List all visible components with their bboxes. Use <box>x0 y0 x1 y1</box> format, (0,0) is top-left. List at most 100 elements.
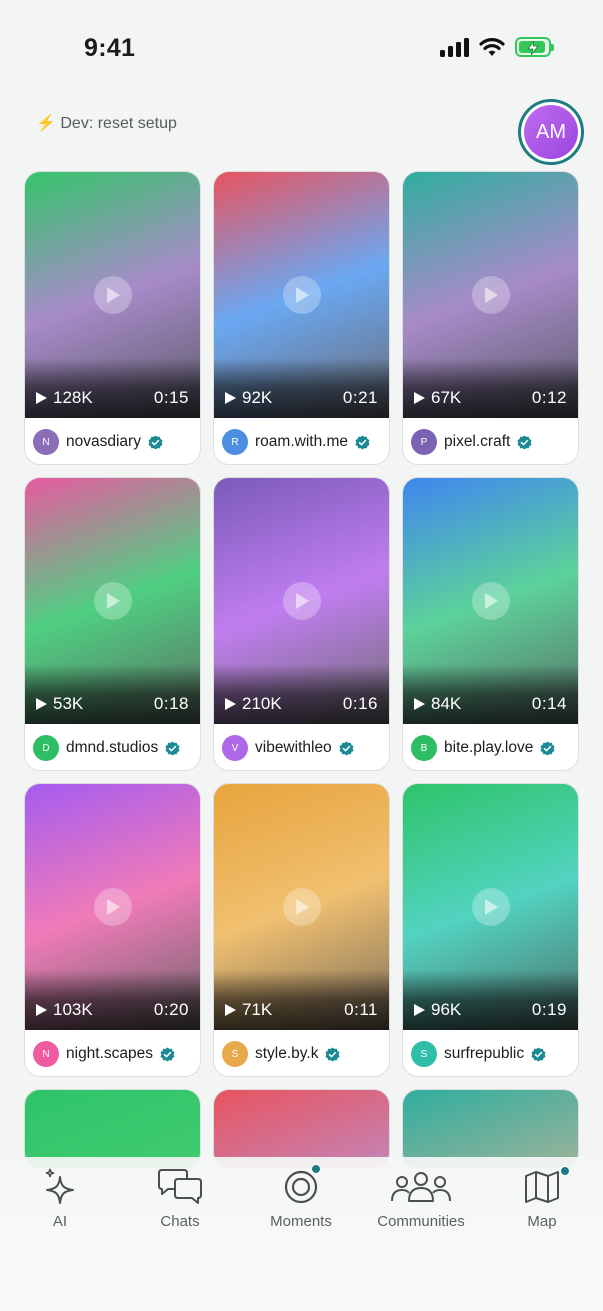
video-card[interactable]: 128K 0:15 Nnovasdiary <box>24 171 201 465</box>
creator-row[interactable]: Ppixel.craft <box>403 418 578 464</box>
creator-avatar[interactable]: R <box>222 429 248 455</box>
notification-dot <box>560 1166 570 1176</box>
view-count: 103K <box>36 1000 93 1020</box>
creator-avatar[interactable]: P <box>411 429 437 455</box>
view-count-text: 53K <box>53 694 84 713</box>
creator-row[interactable]: Nnight.scapes <box>25 1030 200 1076</box>
view-count: 84K <box>414 694 461 714</box>
view-count: 210K <box>225 694 282 714</box>
creator-username[interactable]: night.scapes <box>66 1045 153 1063</box>
video-card[interactable]: 96K 0:19 Ssurfrepublic <box>402 783 579 1077</box>
profile-avatar-button[interactable]: AM <box>518 99 584 165</box>
creator-row[interactable]: Rroam.with.me <box>214 418 389 464</box>
video-thumbnail[interactable]: 53K 0:18 <box>25 478 200 724</box>
video-card[interactable]: 210K 0:16 Vvibewithleo <box>213 477 390 771</box>
play-small-icon <box>225 698 236 710</box>
wifi-icon <box>479 38 505 56</box>
play-icon[interactable] <box>94 276 132 314</box>
creator-username[interactable]: dmnd.studios <box>66 739 158 757</box>
play-icon[interactable] <box>283 276 321 314</box>
creator-avatar[interactable]: S <box>222 1041 248 1067</box>
view-count-text: 92K <box>242 388 273 407</box>
cellular-signal-icon <box>440 37 469 57</box>
people-group-icon <box>391 1172 451 1202</box>
video-card[interactable]: 67K 0:12 Ppixel.craft <box>402 171 579 465</box>
creator-username[interactable]: pixel.craft <box>444 433 510 451</box>
video-card[interactable]: 103K 0:20 Nnight.scapes <box>24 783 201 1077</box>
creator-avatar[interactable]: V <box>222 735 248 761</box>
creator-username[interactable]: vibewithleo <box>255 739 332 757</box>
creator-row[interactable]: Ddmnd.studios <box>25 724 200 770</box>
nav-item-map[interactable]: Map <box>487 1166 597 1230</box>
creator-avatar[interactable]: B <box>411 735 437 761</box>
verified-badge-icon <box>339 740 354 756</box>
creator-row[interactable]: Nnovasdiary <box>25 418 200 464</box>
video-card[interactable]: 53K 0:18 Ddmnd.studios <box>24 477 201 771</box>
play-icon[interactable] <box>472 888 510 926</box>
play-small-icon <box>225 1004 236 1016</box>
nav-label: Moments <box>270 1213 332 1230</box>
video-duration: 0:19 <box>531 1000 567 1019</box>
creator-avatar[interactable]: S <box>411 1041 437 1067</box>
play-small-icon <box>225 392 236 404</box>
nav-item-ai[interactable]: AI <box>5 1167 115 1230</box>
creator-username[interactable]: style.by.k <box>255 1045 318 1063</box>
video-thumbnail[interactable]: 128K 0:15 <box>25 172 200 418</box>
video-card[interactable]: 92K 0:21 Rroam.with.me <box>213 171 390 465</box>
video-grid: 128K 0:15 Nnovasdiary 92K 0:21 Rroam.with.me 6… <box>24 171 579 1169</box>
video-thumbnail[interactable]: 71K 0:11 <box>214 784 389 1030</box>
creator-username[interactable]: bite.play.love <box>444 739 533 757</box>
play-icon[interactable] <box>94 888 132 926</box>
video-thumbnail[interactable]: 84K 0:14 <box>403 478 578 724</box>
creator-avatar[interactable]: N <box>33 429 59 455</box>
view-count-text: 210K <box>242 694 282 713</box>
creator-username[interactable]: roam.with.me <box>255 433 348 451</box>
bottom-navigation: AI Chats Moments Communities Map <box>0 1157 603 1311</box>
sparkle-icon <box>45 1168 74 1204</box>
creator-username[interactable]: surfrepublic <box>444 1045 524 1063</box>
play-icon[interactable] <box>283 582 321 620</box>
view-count-text: 96K <box>431 1000 462 1019</box>
nav-item-communities[interactable]: Communities <box>366 1167 476 1230</box>
creator-avatar[interactable]: D <box>33 735 59 761</box>
play-small-icon <box>36 392 47 404</box>
nav-label: Communities <box>377 1213 465 1230</box>
creator-row[interactable]: Sstyle.by.k <box>214 1030 389 1076</box>
video-duration: 0:11 <box>344 1000 378 1019</box>
play-icon[interactable] <box>94 582 132 620</box>
verified-badge-icon <box>148 434 163 450</box>
video-thumbnail[interactable]: 67K 0:12 <box>403 172 578 418</box>
nav-item-moments[interactable]: Moments <box>246 1164 356 1230</box>
creator-username[interactable]: novasdiary <box>66 433 141 451</box>
creator-row[interactable]: Vvibewithleo <box>214 724 389 770</box>
video-thumbnail[interactable]: 210K 0:16 <box>214 478 389 724</box>
verified-badge-icon <box>355 434 370 450</box>
play-icon[interactable] <box>472 276 510 314</box>
verified-badge-icon <box>160 1046 175 1062</box>
chat-bubbles-icon <box>158 1169 202 1204</box>
avatar: AM <box>524 105 578 159</box>
creator-row[interactable]: Bbite.play.love <box>403 724 578 770</box>
creator-row[interactable]: Ssurfrepublic <box>403 1030 578 1076</box>
dev-reset-setup-link[interactable]: ⚡ Dev: reset setup <box>36 113 177 133</box>
verified-badge-icon <box>540 740 555 756</box>
video-thumbnail[interactable]: 103K 0:20 <box>25 784 200 1030</box>
nav-label: Map <box>527 1213 557 1230</box>
view-count: 128K <box>36 388 93 408</box>
view-count-text: 103K <box>53 1000 93 1019</box>
play-icon[interactable] <box>472 582 510 620</box>
video-thumbnail[interactable]: 92K 0:21 <box>214 172 389 418</box>
verified-badge-icon <box>325 1046 340 1062</box>
notification-dot <box>311 1164 321 1174</box>
play-small-icon <box>414 698 425 710</box>
play-icon[interactable] <box>283 888 321 926</box>
creator-avatar[interactable]: N <box>33 1041 59 1067</box>
video-duration: 0:14 <box>531 694 567 713</box>
video-duration: 0:12 <box>531 388 567 407</box>
nav-item-chats[interactable]: Chats <box>125 1167 235 1230</box>
play-small-icon <box>414 1004 425 1016</box>
video-card[interactable]: 84K 0:14 Bbite.play.love <box>402 477 579 771</box>
view-count: 71K <box>225 1000 272 1020</box>
video-card[interactable]: 71K 0:11 Sstyle.by.k <box>213 783 390 1077</box>
video-thumbnail[interactable]: 96K 0:19 <box>403 784 578 1030</box>
